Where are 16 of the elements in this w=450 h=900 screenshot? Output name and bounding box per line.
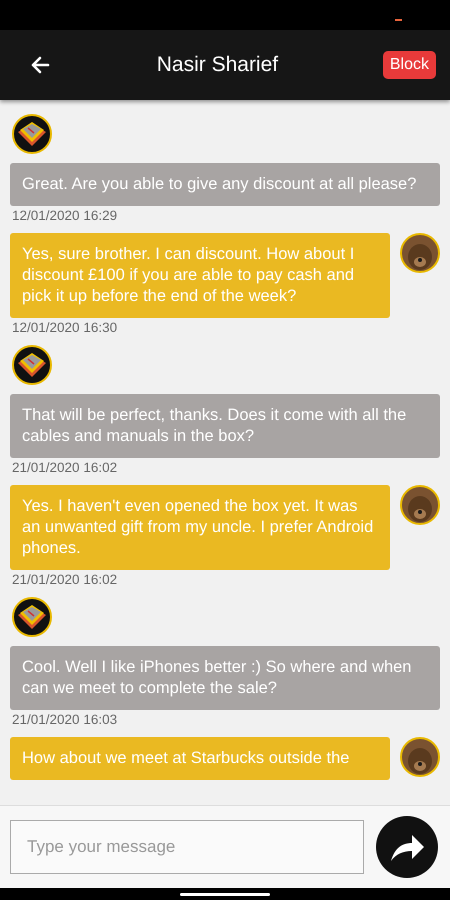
message-bubble: Cool. Well I like iPhones better :) So where and when can we meet to complete the sale?	[10, 646, 440, 710]
message-bubble: That will be perfect, thanks. Does it come with all the cables and manuals in the box?	[10, 394, 440, 458]
timestamp: 21/01/2020 16:02	[12, 460, 118, 475]
message-bubble: How about we meet at Starbucks outside the	[10, 737, 390, 780]
home-indicator[interactable]	[180, 892, 270, 896]
message-bubble: Yes, sure brother. I can discount. How about I discount £100 if you are able to pay cash and pick it up before the end of the week?	[10, 233, 390, 318]
timestamp: 21/01/2020 16:02	[12, 572, 118, 587]
status-indicator-icon	[395, 19, 402, 21]
contact-name: Nasir Sharief	[156, 53, 278, 77]
block-button[interactable]: Block	[382, 51, 436, 79]
message-bubble: Great. Are you able to give any discount at all please?	[10, 163, 440, 206]
timestamp: 12/01/2020 16:29	[12, 208, 118, 223]
timestamp: 21/01/2020 16:03	[12, 712, 118, 727]
message-bubble: Yes. I haven't even opened the box yet. It was an unwanted gift from my uncle. I prefer Android phones.	[10, 485, 390, 570]
message-input[interactable]: Type your message	[10, 820, 364, 874]
timestamp: 12/01/2020 16:30	[12, 320, 118, 335]
